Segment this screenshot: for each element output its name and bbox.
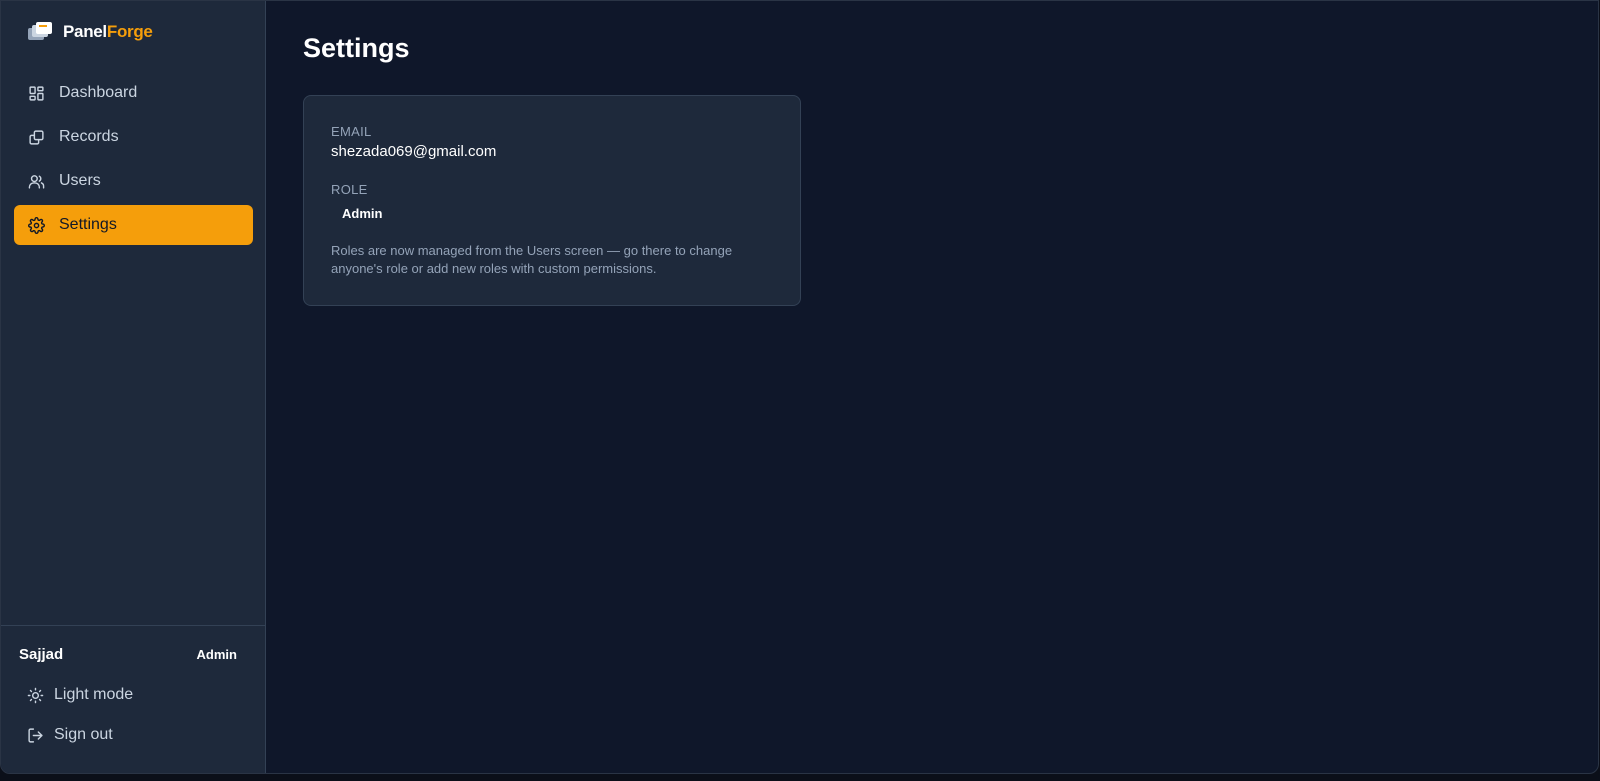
main-content: Settings EMAIL shezada069@gmail.com ROLE… [266,1,1598,773]
sidebar: PanelForge Dashboard Records Users Setti… [1,1,266,773]
page-title: Settings [303,33,410,63]
user-name: Sajjad [19,646,64,663]
records-icon [28,129,45,146]
account-card: EMAIL shezada069@gmail.com ROLE Admin Ro… [303,95,801,306]
sidebar-item-label: Users [59,172,101,189]
sidebar-item-label: Settings [59,216,117,233]
email-label: EMAIL [331,124,372,139]
current-user: Sajjad Admin [19,646,237,663]
role-badge: Admin [342,206,383,221]
user-role-badge: Admin [196,647,237,662]
brand-name: PanelForge [63,22,153,42]
brand-name-part2: Forge [106,22,153,41]
sidebar-footer: Sajjad Admin Light mode Sign out [1,625,265,773]
dashboard-icon [28,85,45,102]
sidebar-item-settings[interactable]: Settings [14,205,253,245]
sign-out-label: Sign out [54,726,113,743]
panels-logo-icon [27,21,53,43]
role-label: ROLE [331,182,368,197]
brand[interactable]: PanelForge [27,21,153,43]
sidebar-nav: Dashboard Records Users Settings [14,73,253,249]
users-icon [28,173,45,190]
email-value: shezada069@gmail.com [331,143,497,160]
light-mode-toggle[interactable]: Light mode [27,686,133,704]
light-mode-label: Light mode [54,686,134,703]
sidebar-item-dashboard[interactable]: Dashboard [14,73,253,113]
sidebar-item-users[interactable]: Users [14,161,253,201]
sun-icon [27,687,44,704]
sign-out-icon [27,727,44,744]
sign-out-button[interactable]: Sign out [27,726,113,744]
gear-icon [28,216,45,234]
app-window: PanelForge Dashboard Records Users Setti… [0,0,1599,774]
roles-note: Roles are now managed from the Users scr… [331,243,733,276]
sidebar-item-records[interactable]: Records [14,117,253,157]
sidebar-item-label: Records [59,128,119,145]
brand-name-part1: Panel [63,22,107,41]
sidebar-item-label: Dashboard [59,84,138,101]
